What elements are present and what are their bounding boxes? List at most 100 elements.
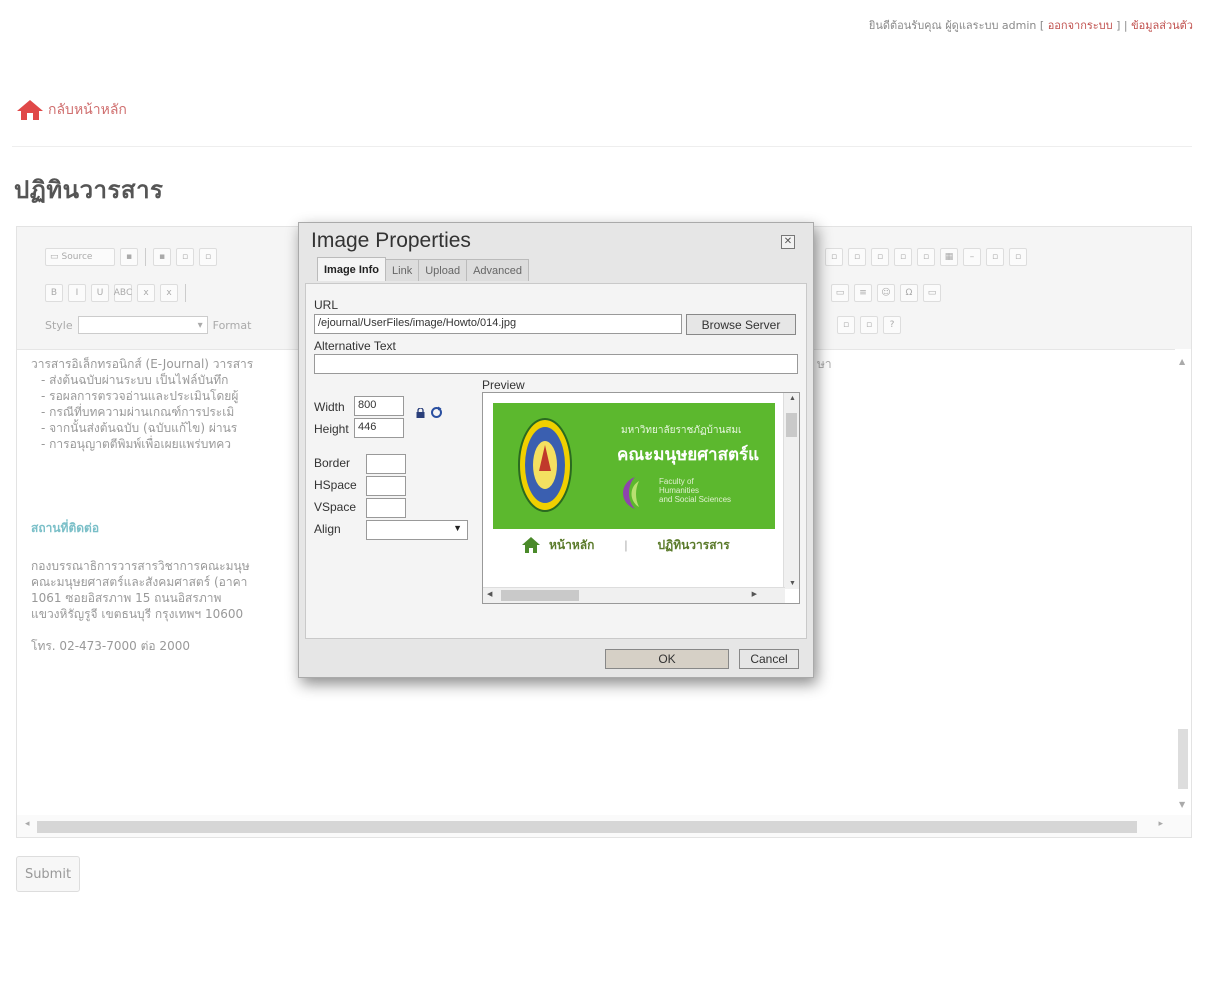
english-line: Humanities: [659, 486, 700, 495]
superscript-icon[interactable]: x: [160, 284, 178, 302]
english-line: and Social Sciences: [659, 495, 732, 504]
page-title: ปฏิทินวารสาร: [14, 175, 164, 204]
iframe-icon[interactable]: ▭: [923, 284, 941, 302]
toolbar-separator: [185, 284, 186, 302]
browse-server-button[interactable]: Browse Server: [686, 314, 796, 335]
logout-link[interactable]: ออกจากระบบ: [1048, 19, 1113, 32]
flag-icon[interactable]: ▫: [848, 248, 866, 266]
bold-button[interactable]: B: [45, 284, 63, 302]
image-properties-dialog: Image Properties ✕ Image Info Link Uploa…: [298, 222, 814, 678]
scroll-thumb[interactable]: [786, 413, 797, 437]
border-input[interactable]: [366, 454, 406, 474]
alt-text-input[interactable]: [314, 354, 798, 374]
dialog-tabs: Image Info Link Upload Advanced: [317, 257, 529, 281]
rule-icon[interactable]: –: [963, 248, 981, 266]
university-crest-icon: [518, 418, 572, 512]
submit-button[interactable]: Submit: [16, 856, 80, 892]
preview-banner: มหาวิทยาลัยราชภัฏบ้านสมเ คณะมนุษยศาสตร์แ…: [493, 403, 775, 529]
scroll-thumb[interactable]: [37, 821, 1137, 833]
align-select[interactable]: ▼: [366, 520, 468, 540]
image-preview: มหาวิทยาลัยราชภัฏบ้านสมเ คณะมนุษยศาสตร์แ…: [482, 392, 800, 604]
align-label: Align: [314, 522, 341, 536]
editor-vertical-scrollbar[interactable]: ▲ ▼: [1175, 349, 1191, 815]
underline-button[interactable]: U: [91, 284, 109, 302]
scroll-thumb[interactable]: [1178, 729, 1188, 789]
ok-button[interactable]: OK: [605, 649, 729, 669]
pagebreak-icon[interactable]: ▫: [1009, 248, 1027, 266]
preview-english: Faculty of Humanities and Social Science…: [659, 477, 731, 504]
reset-size-icon[interactable]: [430, 406, 443, 419]
height-label: Height: [314, 422, 349, 436]
content-fragment: ษา: [817, 357, 832, 371]
preview-nav-home: หน้าหลัก: [549, 537, 595, 552]
smiley-icon[interactable]: ☺: [877, 284, 895, 302]
url-input[interactable]: /ejournal/UserFiles/image/Howto/014.jpg: [314, 314, 682, 334]
home-icon: [17, 100, 43, 120]
scroll-up-icon[interactable]: ▲: [1179, 357, 1185, 366]
scroll-thumb[interactable]: [501, 590, 579, 601]
vspace-input[interactable]: [366, 498, 406, 518]
form-icon[interactable]: ▫: [986, 248, 1004, 266]
tab-upload[interactable]: Upload: [418, 259, 468, 281]
hr-icon[interactable]: ≡: [854, 284, 872, 302]
preview-nav: หน้าหลัก | ปฏิทินวารสาร: [493, 529, 775, 561]
scroll-left-icon[interactable]: ◀: [487, 590, 492, 598]
preview-faculty: คณะมนุษยศาสตร์แ: [617, 445, 760, 464]
show-blocks-icon[interactable]: ▫: [860, 316, 878, 334]
preview-nav-calendar: ปฏิทินวารสาร: [657, 537, 730, 552]
source-label: Source: [61, 252, 93, 262]
scroll-down-icon[interactable]: ▼: [1179, 800, 1185, 809]
template-icon[interactable]: ▫: [825, 248, 843, 266]
scroll-down-icon[interactable]: ▼: [789, 580, 796, 587]
cancel-button[interactable]: Cancel: [739, 649, 799, 669]
toolbar-row-2-right: ▭ ≡ ☺ Ω ▭: [831, 281, 941, 305]
preview-vertical-scrollbar[interactable]: ▲ ▼: [783, 393, 799, 589]
anchor-icon[interactable]: ▫: [871, 248, 889, 266]
hspace-label: HSpace: [314, 478, 357, 492]
toolbar-row-1-right: ▫ ▫ ▫ ▫ ▫ ▦ – ▫ ▫: [825, 245, 1027, 269]
new-page-icon[interactable]: ▫: [176, 248, 194, 266]
source-button[interactable]: ▭ Source: [45, 248, 115, 266]
border-label: Border: [314, 456, 351, 470]
height-input[interactable]: 446: [354, 418, 404, 438]
scroll-right-icon[interactable]: ▸: [1158, 819, 1163, 829]
strike-button[interactable]: ABC: [114, 284, 132, 302]
english-line: Faculty of: [659, 477, 694, 486]
italic-button[interactable]: I: [68, 284, 86, 302]
subscript-icon[interactable]: x: [137, 284, 155, 302]
tab-advanced[interactable]: Advanced: [466, 259, 529, 281]
toolbar-row-3-right: ▫ ▫ ?: [837, 313, 901, 337]
back-home-link[interactable]: กลับหน้าหลัก: [16, 98, 127, 122]
profile-link[interactable]: ข้อมูลส่วนตัว: [1131, 19, 1193, 32]
style-select[interactable]: ▾: [77, 316, 208, 334]
maximize-icon[interactable]: ▫: [837, 316, 855, 334]
tab-link[interactable]: Link: [385, 259, 420, 281]
preview-horizontal-scrollbar[interactable]: ◀ ▶: [483, 587, 785, 603]
save-button[interactable]: ▪: [120, 248, 138, 266]
help-icon[interactable]: ?: [883, 316, 901, 334]
preview-nav-separator: |: [624, 538, 628, 552]
user-bar: ยินดีต้อนรับคุณ ผู้ดูแลระบบ admin [ ออกจ…: [868, 19, 1193, 32]
dialog-body: URL /ejournal/UserFiles/image/Howto/014.…: [305, 283, 807, 639]
toolbar-separator: [145, 248, 146, 266]
table-icon[interactable]: ▦: [940, 248, 958, 266]
lock-ratio-icon[interactable]: [416, 408, 425, 418]
tab-image-info[interactable]: Image Info: [317, 257, 387, 281]
width-input[interactable]: 800: [354, 396, 404, 416]
image-icon[interactable]: ▫: [894, 248, 912, 266]
floppy-icon[interactable]: ▪: [153, 248, 171, 266]
page: ยินดีต้อนรับคุณ ผู้ดูแลระบบ admin [ ออกจ…: [0, 0, 1211, 985]
close-icon[interactable]: ✕: [781, 235, 795, 249]
scroll-left-icon[interactable]: ◂: [25, 819, 30, 829]
special-char-icon[interactable]: Ω: [900, 284, 918, 302]
scroll-right-icon[interactable]: ▶: [752, 590, 757, 598]
preview-icon[interactable]: ▫: [199, 248, 217, 266]
leaf-logo-icon: [623, 477, 639, 509]
alt-text-label: Alternative Text: [314, 339, 396, 353]
editor-horizontal-scrollbar[interactable]: ◂ ▸: [17, 815, 1191, 837]
hspace-input[interactable]: [366, 476, 406, 496]
scroll-up-icon[interactable]: ▲: [789, 395, 796, 402]
flash-icon[interactable]: ▫: [917, 248, 935, 266]
textfield-icon[interactable]: ▭: [831, 284, 849, 302]
header-divider: [12, 146, 1192, 147]
